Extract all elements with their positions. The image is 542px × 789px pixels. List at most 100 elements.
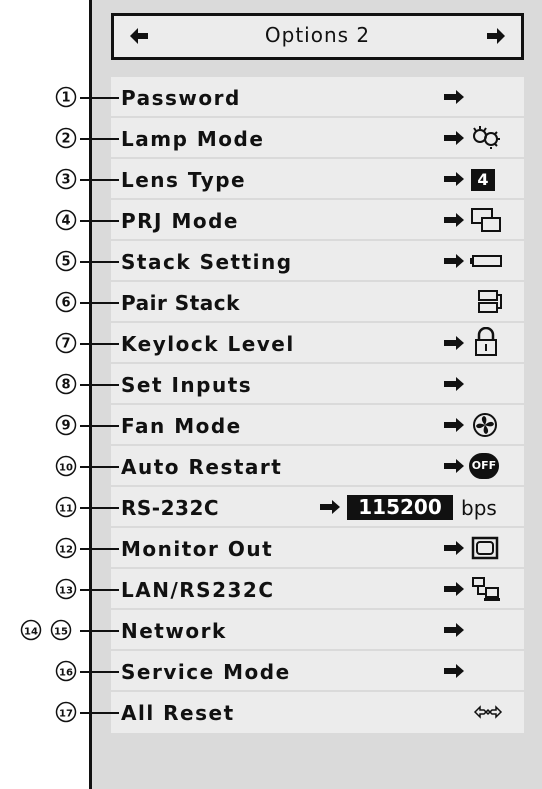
right-arrow-icon — [444, 418, 464, 432]
svg-text:10: 10 — [59, 463, 73, 474]
svg-text:17: 17 — [59, 709, 73, 720]
menu-item-password[interactable]: Password — [111, 77, 524, 118]
auto-restart-value: OFF — [471, 459, 497, 472]
callout-number: 1 — [55, 86, 77, 108]
menu-item-lamp-mode[interactable]: Lamp Mode — [111, 118, 524, 159]
monitor-icon — [471, 536, 499, 560]
menu-item-fan-mode[interactable]: Fan Mode — [111, 405, 524, 446]
right-arrow-icon — [444, 582, 464, 596]
svg-text:8: 8 — [61, 378, 70, 393]
right-arrow-icon — [444, 90, 464, 104]
callout-leader-line — [80, 261, 119, 263]
callout-leader-line — [80, 302, 119, 304]
right-arrow-icon — [320, 500, 340, 514]
menu-item-label: All Reset — [121, 701, 235, 725]
menu-item-label: Keylock Level — [121, 332, 295, 356]
svg-text:14: 14 — [24, 627, 38, 638]
menu-item-label: PRJ Mode — [121, 209, 239, 233]
menu-item-prj-mode[interactable]: PRJ Mode — [111, 200, 524, 241]
menu-item-network[interactable]: Network — [111, 610, 524, 651]
callout-number: 17 — [55, 701, 77, 723]
menu-title-bar: Options 2 — [111, 13, 524, 60]
callout-number: 10 — [55, 455, 77, 477]
fan-icon — [473, 413, 497, 437]
menu-item-label: Set Inputs — [121, 373, 253, 397]
menu-item-lens-type[interactable]: Lens Type 4 — [111, 159, 524, 200]
menu-title: Options 2 — [264, 23, 371, 47]
menu-item-label: Pair Stack — [121, 291, 240, 315]
stack-setting-icon — [470, 255, 502, 267]
svg-text:13: 13 — [59, 586, 73, 597]
right-arrow-icon — [444, 377, 464, 391]
right-arrow-icon — [444, 172, 464, 186]
callout-leader-line — [80, 507, 119, 509]
callout-leader-line — [80, 343, 119, 345]
right-arrow-icon[interactable] — [485, 25, 507, 47]
svg-text:6: 6 — [61, 296, 70, 311]
callout-leader-line — [80, 384, 119, 386]
svg-text:9: 9 — [61, 419, 70, 434]
svg-text:2: 2 — [61, 132, 70, 147]
menu-item-label: Service Mode — [121, 660, 291, 684]
network-computer-icon — [472, 577, 500, 601]
menu-list: Password Lamp Mode Lens Type 4 PRJ Mode … — [111, 77, 524, 733]
lock-icon — [475, 327, 497, 356]
callout-leader-line — [80, 97, 119, 99]
svg-text:5: 5 — [61, 255, 70, 270]
callout-number: 11 — [55, 496, 77, 518]
menu-item-lan-rs232c[interactable]: LAN/RS232C — [111, 569, 524, 610]
menu-item-label: Monitor Out — [121, 537, 274, 561]
svg-text:7: 7 — [61, 337, 70, 352]
menu-item-monitor-out[interactable]: Monitor Out — [111, 528, 524, 569]
menu-item-rs232c[interactable]: RS-232C 115200 bps — [111, 487, 524, 528]
menu-item-label: Auto Restart — [121, 455, 283, 479]
callout-leader-line — [80, 548, 119, 550]
callout-number: 5 — [55, 250, 77, 272]
callout-number: 15 — [50, 619, 72, 641]
callout-number: 12 — [55, 537, 77, 559]
menu-item-pair-stack[interactable]: Pair Stack — [111, 282, 524, 323]
right-arrow-icon — [444, 336, 464, 350]
menu-item-auto-restart[interactable]: Auto Restart OFF — [111, 446, 524, 487]
callout-number: 8 — [55, 373, 77, 395]
menu-item-all-reset[interactable]: All Reset — [111, 692, 524, 733]
svg-text:3: 3 — [61, 173, 70, 188]
right-arrow-icon — [444, 459, 464, 473]
lamp-icon — [473, 126, 500, 149]
right-arrow-icon — [444, 541, 464, 555]
auto-restart-off-badge: OFF — [469, 453, 499, 479]
right-arrow-icon — [444, 254, 464, 268]
right-arrow-icon — [444, 664, 464, 678]
callout-leader-line — [80, 712, 119, 714]
menu-item-label: Network — [121, 619, 227, 643]
menu-item-label: Password — [121, 86, 241, 110]
reset-icon — [473, 705, 503, 719]
callout-number: 3 — [55, 168, 77, 190]
baud-rate-unit: bps — [461, 496, 497, 520]
projector-mode-icon — [471, 208, 501, 232]
right-arrow-icon — [444, 131, 464, 145]
callout-number: 16 — [55, 660, 77, 682]
callout-leader-line — [80, 425, 119, 427]
callout-number: 7 — [55, 332, 77, 354]
lens-type-value: 4 — [471, 169, 495, 191]
right-arrow-icon — [444, 213, 464, 227]
callout-number: 13 — [55, 578, 77, 600]
menu-item-label: LAN/RS232C — [121, 578, 275, 602]
right-arrow-icon — [444, 623, 464, 637]
menu-item-set-inputs[interactable]: Set Inputs — [111, 364, 524, 405]
menu-item-service-mode[interactable]: Service Mode — [111, 651, 524, 692]
menu-item-label: Fan Mode — [121, 414, 242, 438]
svg-text:15: 15 — [54, 627, 68, 638]
callout-number: 14 — [20, 619, 42, 641]
menu-item-label: RS-232C — [121, 496, 220, 520]
callout-number: 2 — [55, 127, 77, 149]
svg-text:16: 16 — [59, 668, 73, 679]
svg-text:11: 11 — [59, 504, 73, 515]
menu-item-stack-setting[interactable]: Stack Setting — [111, 241, 524, 282]
callout-leader-line — [80, 630, 119, 632]
menu-item-keylock-level[interactable]: Keylock Level — [111, 323, 524, 364]
pair-stack-icon — [478, 290, 502, 313]
baud-rate-value: 115200 — [347, 495, 453, 520]
callout-leader-line — [80, 671, 119, 673]
